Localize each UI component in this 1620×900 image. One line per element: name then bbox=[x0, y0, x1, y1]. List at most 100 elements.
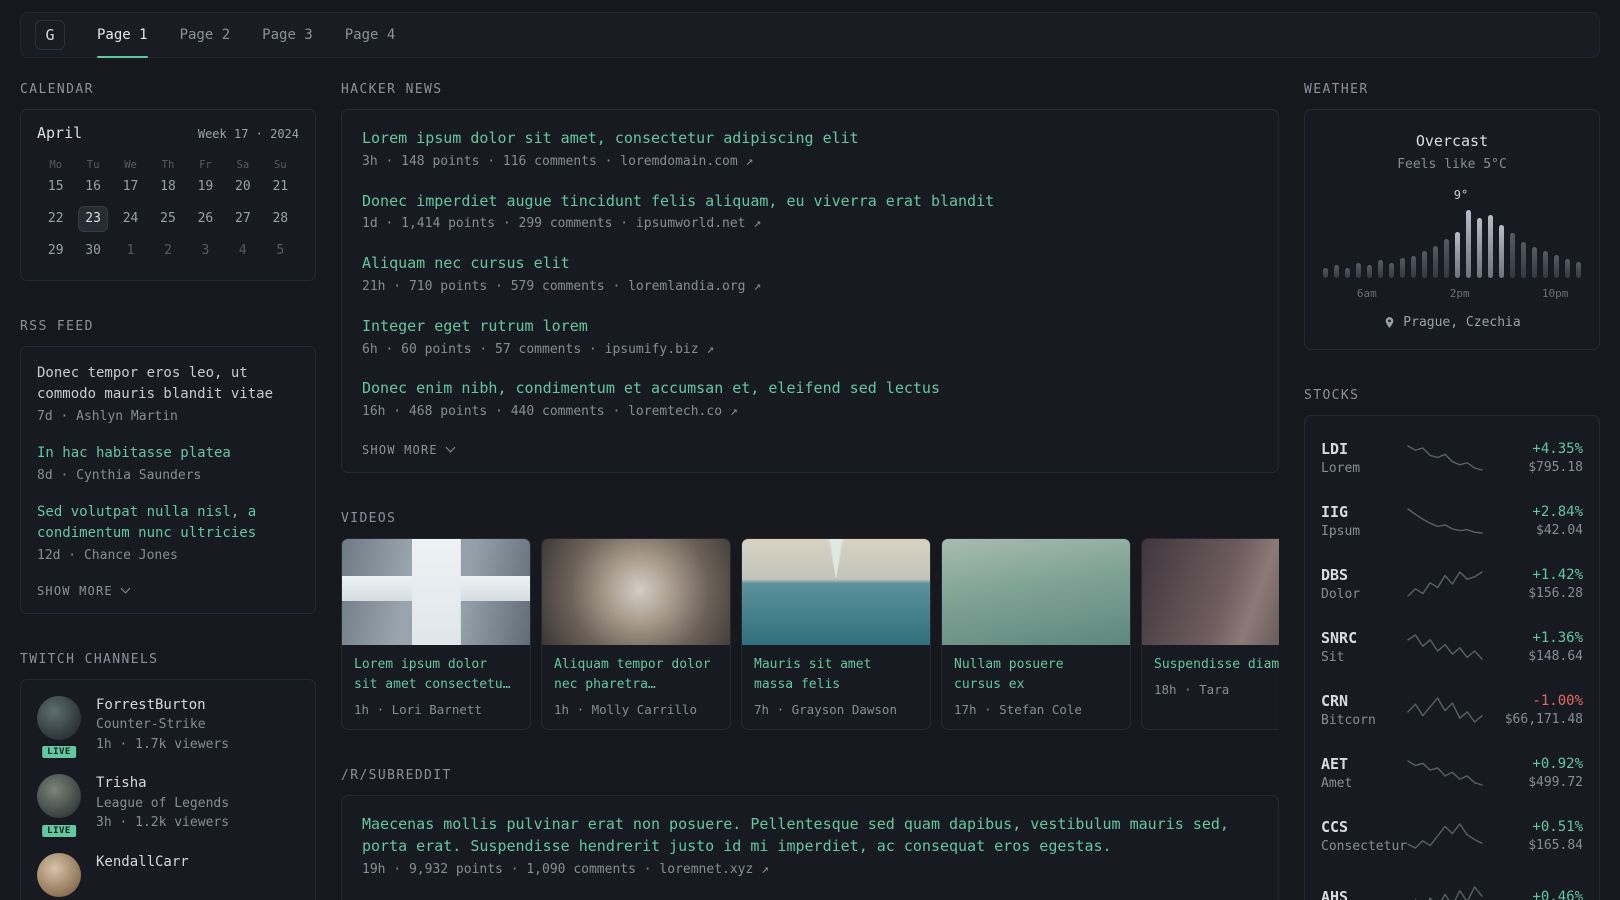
rss-item-title[interactable]: Donec tempor eros leo, ut commodo mauris… bbox=[37, 363, 299, 405]
video-title[interactable]: Lorem ipsum dolor sit amet consectetu… bbox=[354, 655, 518, 695]
calendar-weekday-row: Mo Tu We Th Fr Sa Su bbox=[37, 156, 299, 174]
weather-location: Prague, Czechia bbox=[1383, 315, 1521, 330]
stock-values: +0.46% bbox=[1483, 889, 1583, 900]
calendar-days-grid: 15 16 17 18 19 20 21 22 23 24 25 26 27 28 29 30 1 2 3 4 5 bbox=[37, 174, 299, 264]
calendar-day[interactable]: 28 bbox=[265, 206, 295, 232]
stock-sparkline bbox=[1407, 632, 1483, 662]
rss-show-more-button[interactable]: SHOW MORE bbox=[37, 584, 131, 598]
video-card[interactable]: Aliquam tempor dolor nec pharetra… 1h · … bbox=[541, 537, 731, 731]
calendar-day[interactable]: 20 bbox=[228, 174, 258, 200]
page-tab[interactable]: Page 2 bbox=[180, 13, 231, 57]
calendar-day[interactable]: 1 bbox=[116, 238, 146, 264]
video-title[interactable]: Nullam posuere cursus ex bbox=[954, 655, 1118, 695]
hn-item-title[interactable]: Donec imperdiet augue tincidunt felis al… bbox=[362, 191, 1258, 213]
calendar-day[interactable]: 25 bbox=[153, 206, 183, 232]
hn-item-title[interactable]: Aliquam nec cursus elit bbox=[362, 253, 1258, 275]
twitch-channel-row[interactable]: LIVE Trisha League of Legends 3h · 1.2k … bbox=[37, 774, 299, 839]
video-card-body: Suspendisse diam 18h · Tara bbox=[1142, 645, 1279, 709]
hn-item-meta: 21h · 710 points · 579 comments · loreml… bbox=[362, 278, 762, 294]
weather-hour-bar bbox=[1444, 238, 1449, 278]
calendar-day[interactable]: 2 bbox=[153, 238, 183, 264]
stock-name: Sit bbox=[1321, 649, 1345, 665]
stock-row[interactable]: AET Amet +0.92% $499.72 bbox=[1321, 741, 1583, 804]
twitch-channel-info: ForrestBurton Counter-Strike 1h · 1.7k v… bbox=[96, 696, 229, 755]
calendar-day[interactable]: 30 bbox=[78, 238, 108, 264]
calendar-day[interactable]: 16 bbox=[78, 174, 108, 200]
stock-symbol: LDI bbox=[1321, 439, 1349, 458]
calendar-day[interactable]: 15 bbox=[41, 174, 71, 200]
stock-sparkline bbox=[1407, 884, 1483, 900]
twitch-channel-row[interactable]: LIVE ForrestBurton Counter-Strike 1h · 1… bbox=[37, 695, 299, 761]
weather-hour-bar bbox=[1477, 217, 1482, 278]
stock-row[interactable]: CCS Consectetur +0.51% $165.84 bbox=[1321, 804, 1583, 867]
calendar-day[interactable]: 4 bbox=[228, 238, 258, 264]
stock-row[interactable]: DBS Dolor +1.42% $156.28 bbox=[1321, 552, 1583, 615]
page-tab[interactable]: Page 1 bbox=[97, 13, 148, 58]
stock-change: +4.35% bbox=[1532, 440, 1583, 457]
page-tab[interactable]: Page 3 bbox=[262, 13, 313, 57]
twitch-channel-name[interactable]: Trisha bbox=[96, 774, 229, 794]
video-thumbnail bbox=[742, 538, 930, 645]
video-title[interactable]: Mauris sit amet massa felis bbox=[754, 655, 918, 695]
calendar-day[interactable]: 24 bbox=[116, 206, 146, 232]
calendar-day[interactable]: 19 bbox=[190, 174, 220, 200]
calendar-day[interactable]: 26 bbox=[190, 206, 220, 232]
stock-change: +0.51% bbox=[1532, 818, 1583, 835]
stock-price: $499.72 bbox=[1528, 774, 1583, 790]
stock-row[interactable]: AHS +0.46% bbox=[1321, 867, 1583, 900]
weather-hour-bar bbox=[1543, 251, 1548, 278]
app-logo[interactable]: G bbox=[35, 20, 65, 50]
right-column: WEATHER Overcast Feels like 5°C 9° 6am 2p… bbox=[1304, 82, 1600, 900]
rss-item-title[interactable]: Sed volutpat nulla nisl, a condimentum n… bbox=[37, 502, 299, 544]
calendar-day[interactable]: 18 bbox=[153, 174, 183, 200]
weather-hour-bar bbox=[1433, 245, 1438, 278]
calendar-weekday: Tu bbox=[86, 159, 100, 171]
video-card[interactable]: Suspendisse diam 18h · Tara bbox=[1141, 537, 1279, 731]
weather-hour-bar bbox=[1576, 261, 1581, 278]
calendar-day[interactable]: 22 bbox=[41, 206, 71, 232]
video-card[interactable]: Nullam posuere cursus ex 17h · Stefan Co… bbox=[941, 537, 1131, 731]
calendar-day[interactable]: 29 bbox=[41, 238, 71, 264]
stock-price: $156.28 bbox=[1528, 585, 1583, 601]
stock-name: Bitcorn bbox=[1321, 712, 1376, 728]
calendar-day[interactable]: 27 bbox=[228, 206, 258, 232]
subreddit-post-title[interactable]: Maecenas mollis pulvinar erat non posuer… bbox=[362, 814, 1258, 858]
video-title[interactable]: Suspendisse diam bbox=[1154, 655, 1279, 675]
rss-item-title[interactable]: In hac habitasse platea bbox=[37, 443, 299, 464]
calendar-day[interactable]: 17 bbox=[116, 174, 146, 200]
calendar-day[interactable]: 23 bbox=[78, 206, 109, 232]
calendar-day[interactable]: 21 bbox=[265, 174, 295, 200]
stock-values: +0.92% $499.72 bbox=[1483, 756, 1583, 790]
calendar-day[interactable]: 3 bbox=[190, 238, 220, 264]
video-meta: 7h · Grayson Dawson bbox=[754, 702, 897, 718]
hn-item-title[interactable]: Donec enim nibh, condimentum et accumsan… bbox=[362, 378, 1258, 400]
stock-name: Amet bbox=[1321, 775, 1353, 791]
weather-hour-bar bbox=[1466, 210, 1471, 278]
twitch-channel-name[interactable]: ForrestBurton bbox=[96, 696, 229, 716]
weather-temp-label: 9° bbox=[1453, 188, 1469, 202]
twitch-channel-name[interactable]: KendallCarr bbox=[96, 853, 189, 873]
video-card-body: Lorem ipsum dolor sit amet consectetu… 1… bbox=[342, 645, 530, 729]
stock-row[interactable]: SNRC Sit +1.36% $148.64 bbox=[1321, 615, 1583, 678]
stock-row[interactable]: LDI Lorem +4.35% $795.18 bbox=[1321, 426, 1583, 489]
video-thumbnail bbox=[942, 538, 1130, 645]
weather-hour-bar bbox=[1565, 259, 1570, 278]
stock-row[interactable]: IIG Ipsum +2.84% $42.04 bbox=[1321, 489, 1583, 552]
middle-column: HACKER NEWS Lorem ipsum dolor sit amet, … bbox=[341, 82, 1279, 900]
hn-show-more-label: SHOW MORE bbox=[362, 442, 438, 457]
twitch-channel-info: Trisha League of Legends 3h · 1.2k viewe… bbox=[96, 774, 229, 833]
weather-hour-bar bbox=[1345, 268, 1350, 278]
twitch-channel-row[interactable]: KendallCarr bbox=[37, 852, 299, 897]
video-card[interactable]: Lorem ipsum dolor sit amet consectetu… 1… bbox=[341, 537, 531, 731]
hn-show-more-button[interactable]: SHOW MORE bbox=[362, 442, 456, 457]
weather-hour-bar bbox=[1323, 268, 1328, 278]
hn-item-title[interactable]: Lorem ipsum dolor sit amet, consectetur … bbox=[362, 128, 1258, 150]
video-thumbnail bbox=[1142, 538, 1279, 645]
video-card[interactable]: Mauris sit amet massa felis 7h · Grayson… bbox=[741, 537, 931, 731]
stock-row[interactable]: CRN Bitcorn -1.00% $66,171.48 bbox=[1321, 678, 1583, 741]
calendar-day[interactable]: 5 bbox=[265, 238, 295, 264]
hn-item-title[interactable]: Integer eget rutrum lorem bbox=[362, 316, 1258, 338]
twitch-avatar-wrap: LIVE bbox=[37, 695, 81, 761]
page-tab[interactable]: Page 4 bbox=[345, 13, 396, 57]
video-title[interactable]: Aliquam tempor dolor nec pharetra… bbox=[554, 655, 718, 695]
